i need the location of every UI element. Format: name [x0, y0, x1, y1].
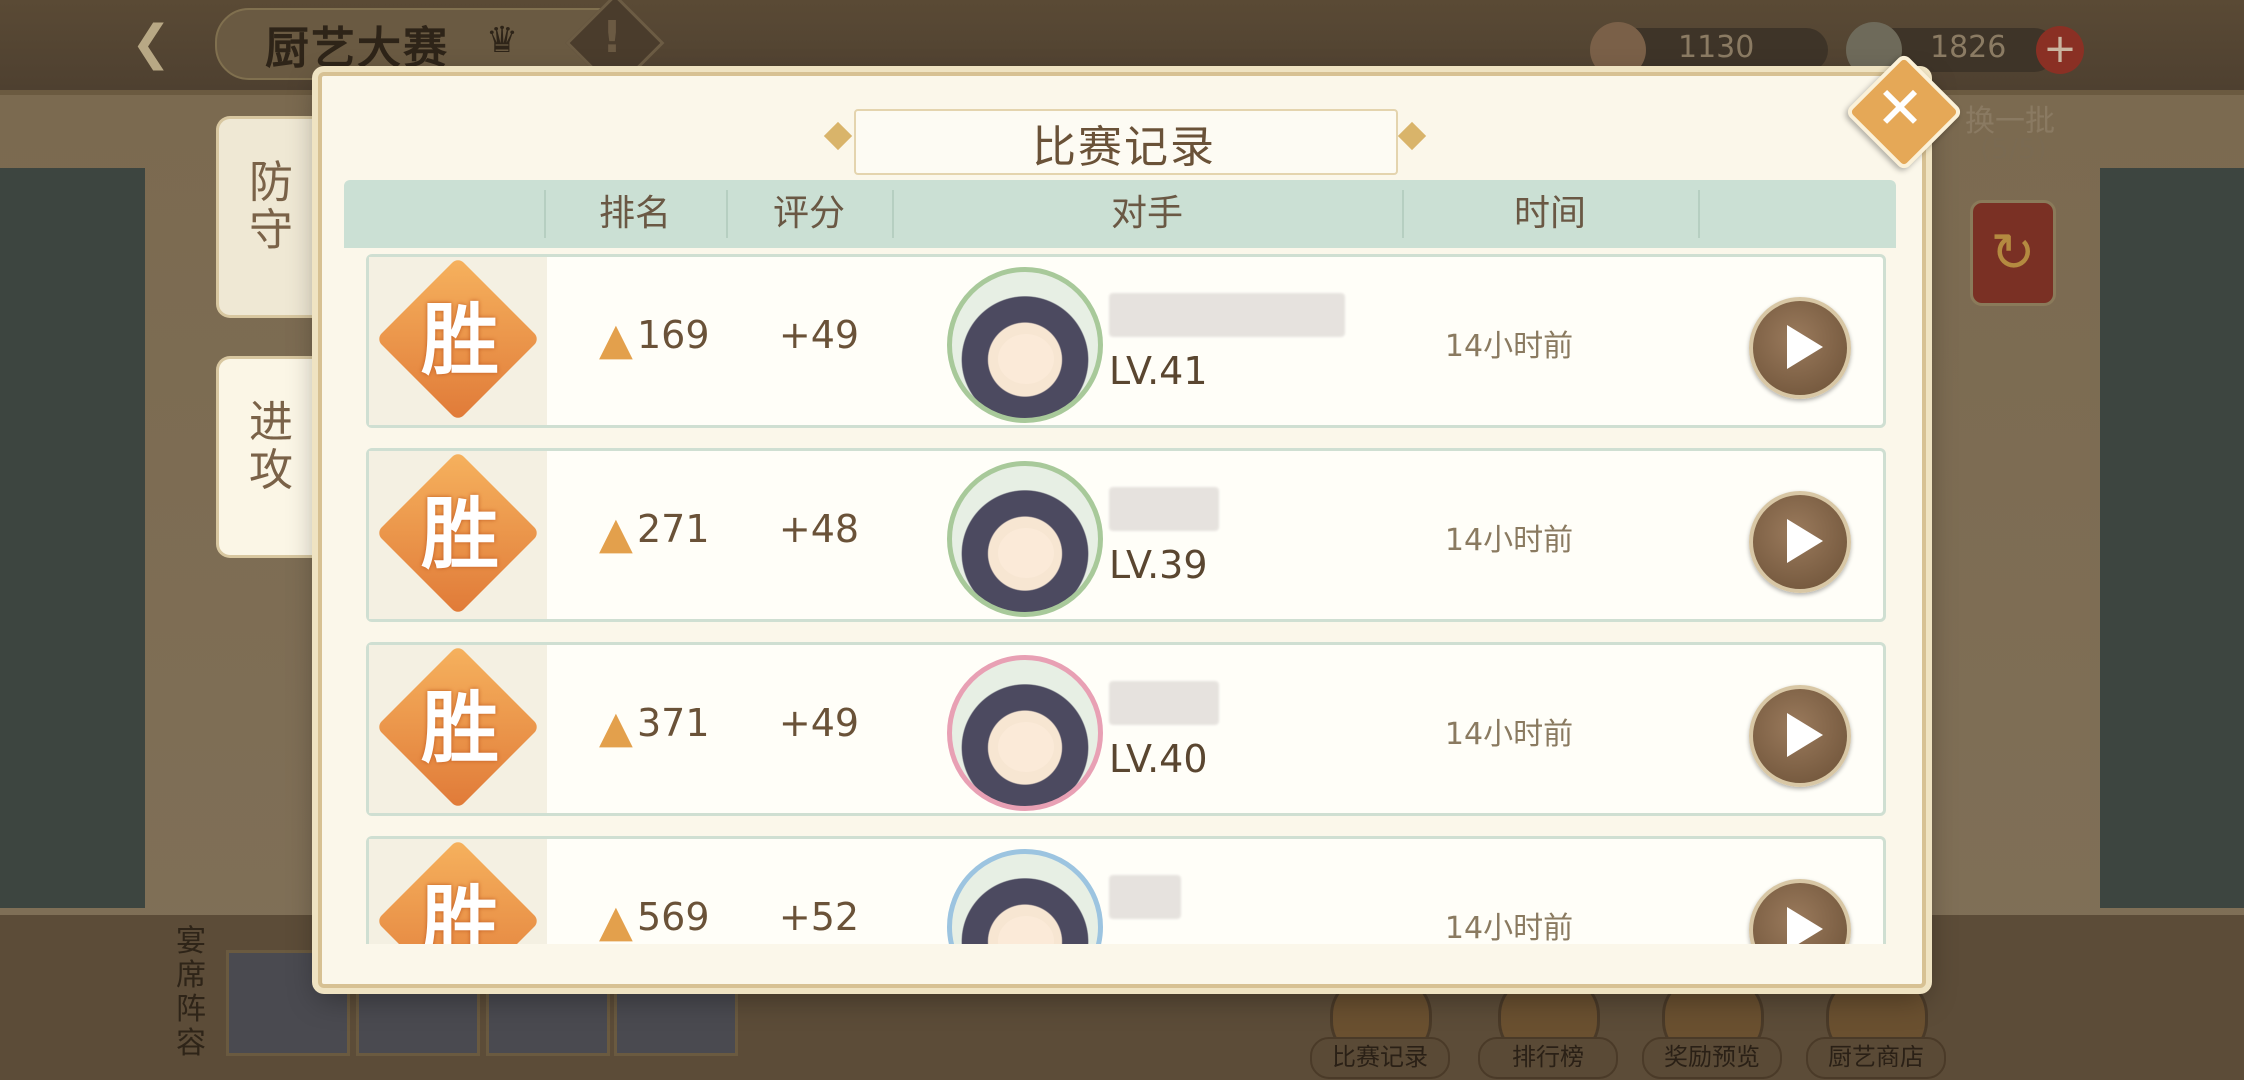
opponent-name-redacted	[1109, 487, 1219, 531]
score-value: +49	[778, 313, 860, 357]
tab-attack-label: 进攻	[249, 397, 293, 496]
header-divider	[1698, 190, 1700, 238]
match-time: 14小时前	[1444, 911, 1574, 944]
table-row: 胜 ▲ 371 +49 LV.40 14小时前	[366, 642, 1886, 816]
table-row: 胜 ▲ 569 +52 14小时前	[366, 836, 1886, 944]
nav-leaderboard-label: 排行榜	[1478, 1037, 1618, 1079]
header-opponent: 对手	[1110, 193, 1183, 234]
nav-leaderboard[interactable]: 排行榜	[1478, 975, 1618, 1079]
alert-mark: !	[601, 12, 623, 63]
play-icon	[1787, 519, 1823, 563]
play-icon	[1787, 713, 1823, 757]
opponent-avatar[interactable]	[947, 267, 1103, 423]
refresh-button[interactable]: ↻	[1970, 200, 2056, 306]
tab-defense-label: 防守	[249, 157, 293, 256]
opponent-level: LV.41	[1109, 349, 1208, 393]
rank-value: 569	[637, 895, 710, 939]
table-row: 胜 ▲ 169 +49 LV.41 14小时前	[366, 254, 1886, 428]
rank-value: 271	[637, 507, 710, 551]
nav-match-record-label: 比赛记录	[1310, 1037, 1450, 1079]
avatar-face	[998, 916, 1054, 944]
match-record-dialog: ✦ ✦ 比赛记录 排名 评分 对手 时间 胜 ▲ 169 +49 LV.41 1…	[318, 72, 1926, 988]
avatar-face	[998, 722, 1054, 772]
opponent-avatar[interactable]	[947, 655, 1103, 811]
result-label: 胜	[420, 877, 499, 944]
currency-2-value: 1826	[1930, 30, 2007, 65]
tab-defense[interactable]: 防守	[216, 116, 329, 318]
refresh-count: (5/5)	[1980, 132, 2047, 165]
rank-flame-icon: ▲	[599, 508, 633, 559]
nav-match-record[interactable]: 比赛记录	[1310, 975, 1450, 1079]
currency-1-value: 1130	[1678, 30, 1755, 65]
result-cell: 胜	[369, 450, 547, 619]
replay-button[interactable]	[1749, 491, 1851, 593]
result-label: 胜	[420, 683, 499, 774]
page-title: 厨艺大赛	[265, 23, 449, 74]
nav-shop-label: 厨艺商店	[1806, 1037, 1946, 1079]
back-icon[interactable]: ❮	[120, 12, 182, 74]
nav-reward-preview[interactable]: 奖励预览	[1642, 975, 1782, 1079]
match-time: 14小时前	[1444, 329, 1574, 364]
header-score: 评分	[772, 193, 845, 234]
match-time: 14小时前	[1444, 523, 1574, 558]
opponent-level: LV.40	[1109, 737, 1208, 781]
rank-flame-icon: ▲	[599, 702, 633, 753]
lineup-label: 宴席阵容	[176, 924, 206, 1061]
right-panel	[2100, 168, 2244, 908]
rank-value: 169	[637, 313, 710, 357]
result-cell: 胜	[369, 838, 547, 944]
result-cell: 胜	[369, 256, 547, 425]
opponent-avatar[interactable]	[947, 461, 1103, 617]
score-value: +52	[778, 895, 860, 939]
rank-value: 371	[637, 701, 710, 745]
nav-shop[interactable]: 厨艺商店	[1806, 975, 1946, 1079]
title-deco-right	[1397, 121, 1427, 151]
close-icon[interactable]: ✕	[1862, 70, 1938, 146]
opponent-level: LV.39	[1109, 543, 1208, 587]
avatar-face	[998, 528, 1054, 578]
dialog-title: 比赛记录	[1032, 122, 1216, 173]
result-label: 胜	[420, 489, 499, 580]
play-icon	[1787, 325, 1823, 369]
tab-attack[interactable]: 进攻	[216, 356, 329, 558]
title-deco-left	[823, 121, 853, 151]
left-panel	[0, 168, 145, 908]
header-rank: 排名	[598, 193, 671, 234]
record-list[interactable]: 胜 ▲ 169 +49 LV.41 14小时前 胜 ▲ 271 +48 LV.3…	[344, 254, 1896, 944]
score-value: +49	[778, 701, 860, 745]
rank-flame-icon: ▲	[599, 314, 633, 365]
opponent-name-redacted	[1109, 681, 1219, 725]
opponent-name-redacted	[1109, 875, 1181, 919]
avatar-face	[998, 334, 1054, 384]
rank-flame-icon: ▲	[599, 896, 633, 945]
table-header: 排名 评分 对手 时间	[344, 180, 1896, 248]
result-cell: 胜	[369, 644, 547, 813]
match-time: 14小时前	[1444, 717, 1574, 752]
result-label: 胜	[420, 295, 499, 386]
table-row: 胜 ▲ 271 +48 LV.39 14小时前	[366, 448, 1886, 622]
replay-button[interactable]	[1749, 297, 1851, 399]
replay-button[interactable]	[1749, 685, 1851, 787]
score-value: +48	[778, 507, 860, 551]
plus-icon[interactable]: +	[2036, 26, 2084, 74]
opponent-name-redacted	[1109, 293, 1345, 337]
peach-icon	[1590, 22, 1646, 78]
crown-icon[interactable]: ♛	[480, 20, 524, 61]
header-time: 时间	[1513, 193, 1586, 234]
opponent-avatar[interactable]	[947, 849, 1103, 944]
nav-reward-preview-label: 奖励预览	[1642, 1037, 1782, 1079]
replay-button[interactable]	[1749, 879, 1851, 944]
play-icon	[1787, 907, 1823, 944]
